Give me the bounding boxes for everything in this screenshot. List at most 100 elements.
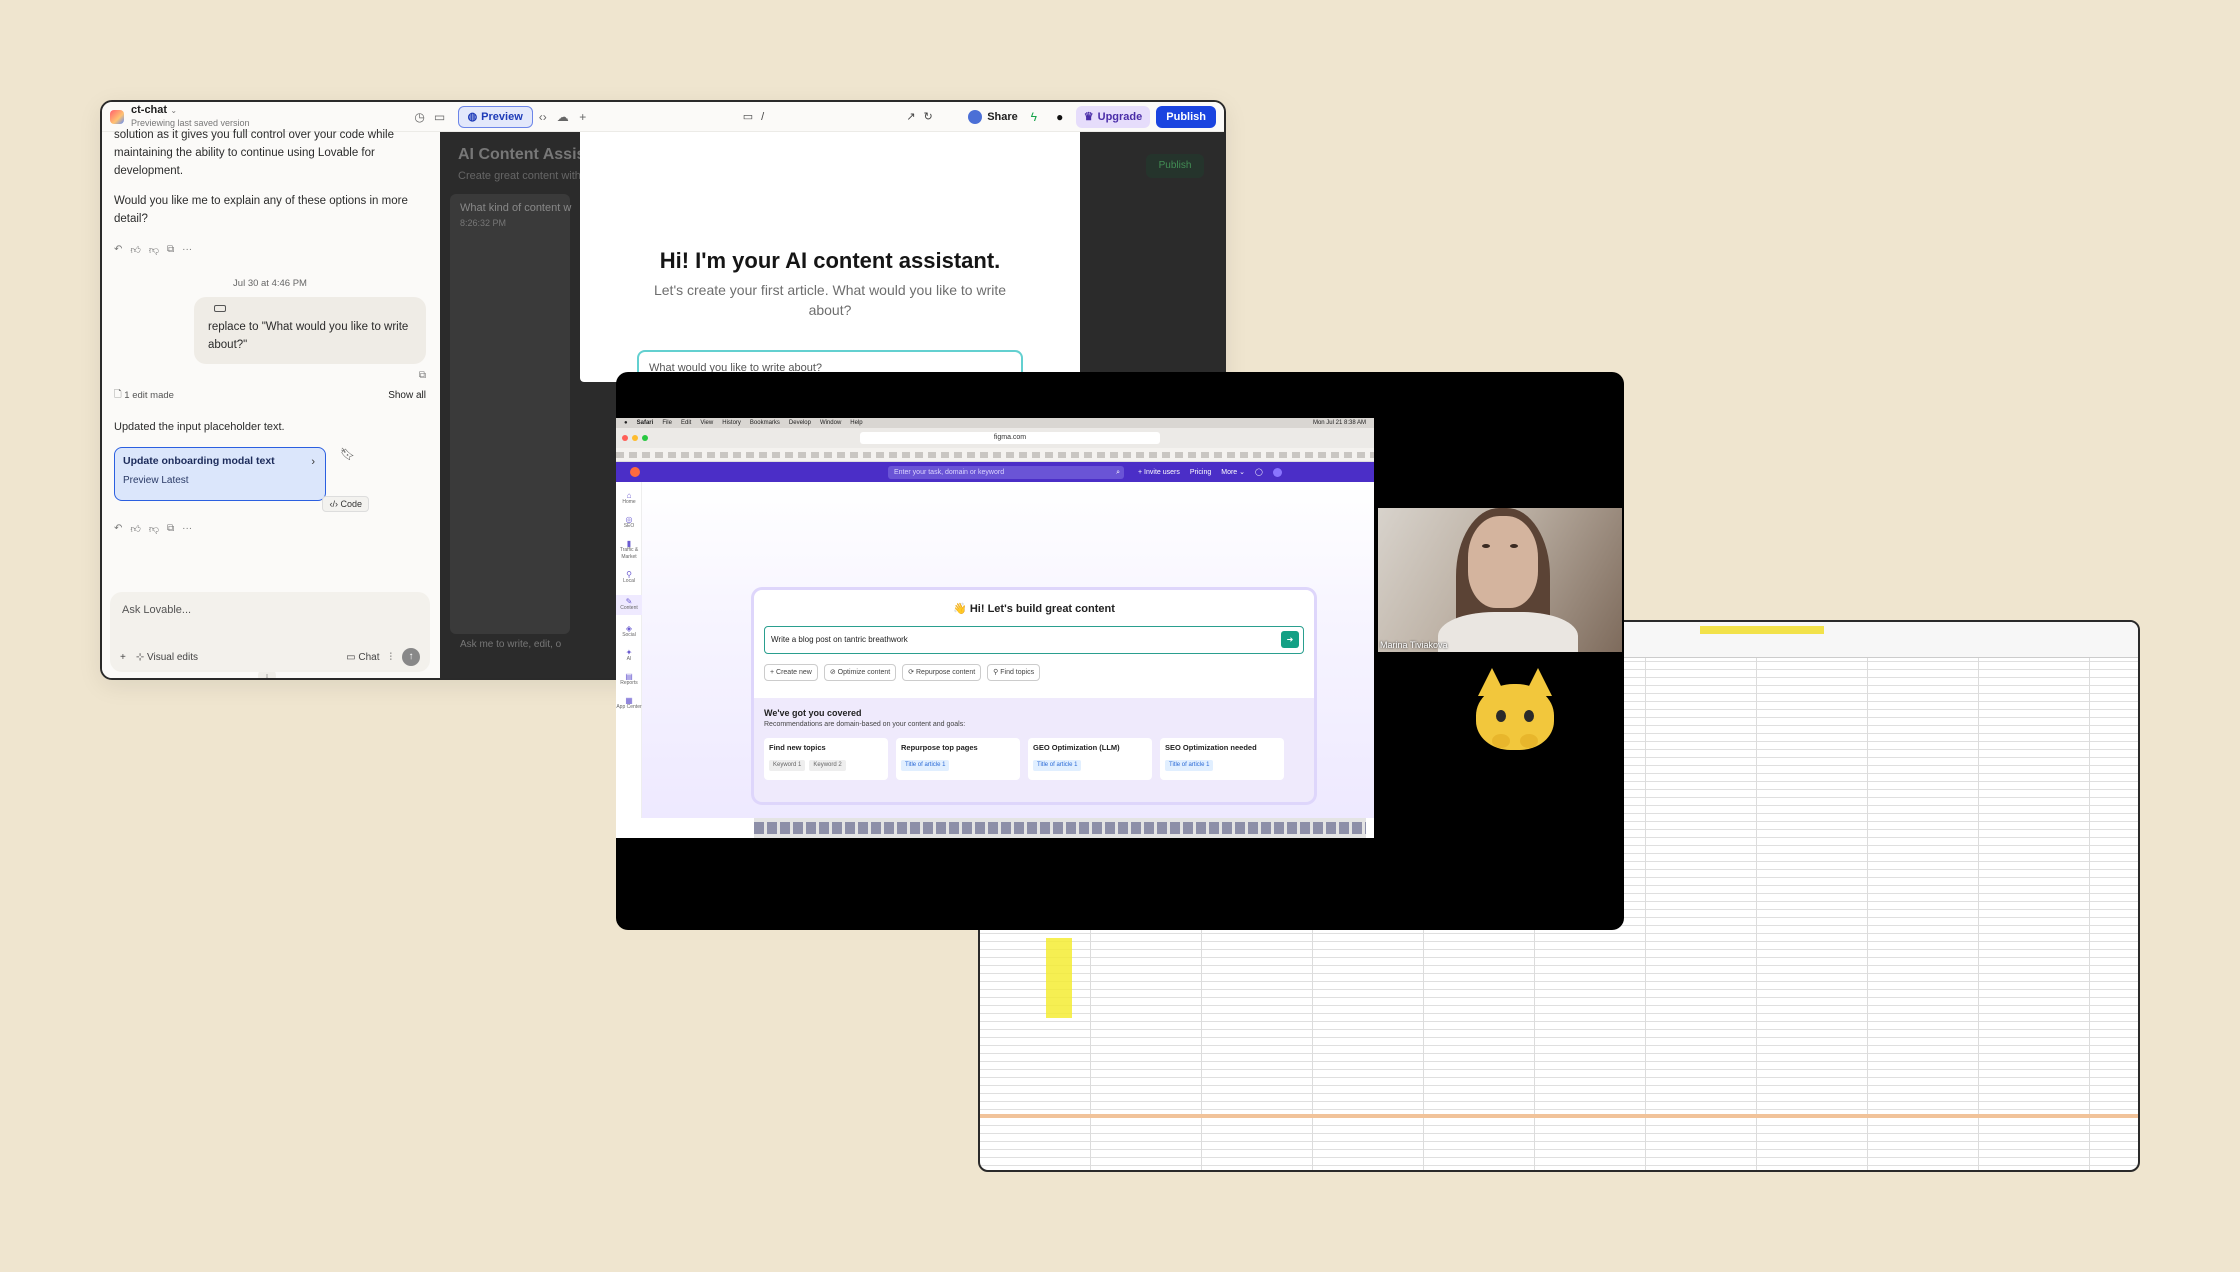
version-card-title: Update onboarding modal text <box>123 455 275 467</box>
keyword-tag: Keyword 2 <box>809 760 846 771</box>
preview-button[interactable]: ◍ Preview <box>457 105 533 128</box>
sidebar-label: Reports <box>620 680 638 686</box>
visual-edits-label: Visual edits <box>147 651 198 663</box>
preview-latest-link[interactable]: Preview Latest <box>123 475 317 486</box>
chat-label: Chat <box>358 651 380 663</box>
submit-arrow-icon: ➜ <box>1281 631 1299 648</box>
article-tag: Title of article 1 <box>1165 760 1214 771</box>
menu-window: Window <box>819 420 842 426</box>
code-view-icon[interactable]: ‹› <box>533 107 553 127</box>
show-all-link[interactable]: Show all <box>388 390 426 401</box>
publish-button[interactable]: Publish <box>1156 105 1216 128</box>
code-label: Code <box>340 499 362 509</box>
onboarding-modal: Hi! I'm your AI content assistant. Let's… <box>580 132 1080 382</box>
open-external-icon[interactable]: ↗ <box>906 110 915 123</box>
content-builder-card: 👋 Hi! Let's build great content Write a … <box>754 590 1314 802</box>
menu-help: Help <box>850 420 863 426</box>
sidebar-label: AI <box>626 656 632 662</box>
sidebar-toggle-icon[interactable]: ▭ <box>430 107 450 127</box>
sidebar-label: Content <box>620 605 638 611</box>
device-icon[interactable]: ▭ <box>743 110 753 123</box>
mac-dock <box>754 818 1366 838</box>
article-tag: Title of article 1 <box>1033 760 1082 771</box>
cat-paw <box>1492 734 1510 748</box>
github-icon[interactable]: ● <box>1050 107 1070 127</box>
rec-card-repurpose: Repurpose top pages Title of article 1 <box>896 738 1020 780</box>
undo-icon[interactable]: ↶ <box>114 244 122 256</box>
menu-file: File <box>662 420 672 426</box>
refresh-icon[interactable]: ↻ <box>924 110 933 123</box>
bg-time: 8:26:32 PM <box>460 218 507 228</box>
sidebar-item-seo: ◎ SEO <box>616 516 642 530</box>
cloud-icon[interactable]: ☁ <box>553 107 573 127</box>
keyword-tag: Keyword 1 <box>769 760 806 771</box>
message-date: Jul 30 at 4:46 PM <box>233 278 307 289</box>
thumbs-up-icon[interactable]: 👍︎ <box>130 523 140 535</box>
plus-icon[interactable]: + <box>573 107 593 127</box>
assistant-question: Would you like me to explain any of thes… <box>114 195 408 225</box>
participant-video-marina: Marina Tiviakova <box>1378 508 1622 652</box>
history-icon[interactable]: ◷ <box>410 107 430 127</box>
clock: Mon Jul 21 8:38 AM <box>1312 420 1366 426</box>
upgrade-label: Upgrade <box>1097 110 1143 123</box>
thumbs-down-icon[interactable]: 👎︎ <box>149 523 159 535</box>
bookmark-icon[interactable]: 🔖︎ <box>340 447 355 461</box>
invite-users-label: Invite users <box>1144 468 1180 476</box>
copy-icon[interactable]: ⧉ <box>167 523 174 535</box>
apps-icon: ▦ <box>625 696 633 705</box>
bolt-icon[interactable]: ϟ <box>1024 107 1044 127</box>
thumbs-down-icon[interactable]: 👎︎ <box>149 244 159 256</box>
sidebar-item-social: ◈ Social <box>616 625 642 639</box>
copy-icon[interactable]: ⧉ <box>167 244 174 256</box>
modal-title: Hi! I'm your AI content assistant. <box>659 248 1001 273</box>
sidebar-item-app-center: ▦ App Center <box>616 697 642 711</box>
undo-icon[interactable]: ↶ <box>114 523 122 535</box>
more-icon[interactable]: ··· <box>182 523 192 535</box>
rec-card-title: Find new topics <box>769 743 826 752</box>
rec-card-geo: GEO Optimization (LLM) Title of article … <box>1028 738 1152 780</box>
sidebar-item-reports: ▤ Reports <box>616 673 642 687</box>
section-divider <box>980 1114 2138 1118</box>
menu-history: History <box>722 420 741 426</box>
visual-edits-button[interactable]: ⊹ Visual edits <box>136 652 198 663</box>
cat-eye <box>1496 710 1506 722</box>
project-name: ct-chat <box>131 104 168 116</box>
hero-input-text: Write a blog post on tantric breathwork <box>771 635 908 644</box>
app-header: Enter your task, domain or keyword ⌕ + In… <box>616 462 1374 482</box>
sidebar-item-content: ✎ Content <box>616 595 642 615</box>
code-button[interactable]: ‹/› Code <box>322 496 369 512</box>
sidebar-item-ai: ✦ AI <box>616 649 642 663</box>
bg-question: What kind of content w <box>460 202 572 214</box>
safari-toolbar: figma.com <box>616 428 1374 448</box>
more-icon[interactable]: ··· <box>182 244 192 256</box>
composer-input[interactable]: Ask Lovable... <box>122 604 418 616</box>
voice-icon[interactable]: ⫶ <box>390 652 393 663</box>
sidebar-item-local: ⚲ Local <box>616 571 642 585</box>
content-home: 👋 Hi! Let's build great content Write a … <box>642 482 1374 818</box>
pricing-link: Pricing <box>1189 468 1212 476</box>
chat-mode-button[interactable]: ▭ Chat <box>346 652 379 663</box>
upgrade-button[interactable]: ♛ Upgrade <box>1075 105 1151 128</box>
more-menu: More ⌄ <box>1221 469 1246 476</box>
globe-icon: ◍ <box>467 111 478 123</box>
app-sidebar: ⌂ Home ◎ SEO ▮ Traffic & Market ⚲ Local ✎ Con… <box>616 482 642 818</box>
bg-conversation-card <box>450 194 570 634</box>
chat-composer[interactable]: Ask Lovable... + ⊹ Visual edits ▭ Chat ⫶… <box>110 592 430 672</box>
cat-paw <box>1520 734 1538 748</box>
share-button[interactable]: Share <box>968 109 1018 124</box>
chat-panel: solution as it gives you full control ov… <box>102 129 438 678</box>
video-call-window: ● Safari File Edit View History Bookmark… <box>616 372 1624 930</box>
thumbs-up-icon[interactable]: 👍︎ <box>130 244 140 256</box>
hero-title: 👋 Hi! Let's build great content <box>953 603 1115 615</box>
preview-address-bar[interactable]: ▭ / ↗ ↻ <box>743 110 933 124</box>
attachment-icon <box>214 305 226 312</box>
rec-card-seo: SEO Optimization needed Title of article… <box>1160 738 1284 780</box>
copy-icon[interactable]: ⧉ <box>114 370 426 381</box>
plus-icon[interactable]: + <box>120 652 126 663</box>
url-bar: figma.com <box>860 432 1160 444</box>
send-button[interactable]: ↑ <box>402 648 420 666</box>
participant-eye <box>1510 544 1518 548</box>
rec-card-title: GEO Optimization (LLM) <box>1033 743 1120 752</box>
menu-develop: Develop <box>788 420 811 426</box>
version-card[interactable]: Update onboarding modal text Preview Lat… <box>114 447 369 512</box>
